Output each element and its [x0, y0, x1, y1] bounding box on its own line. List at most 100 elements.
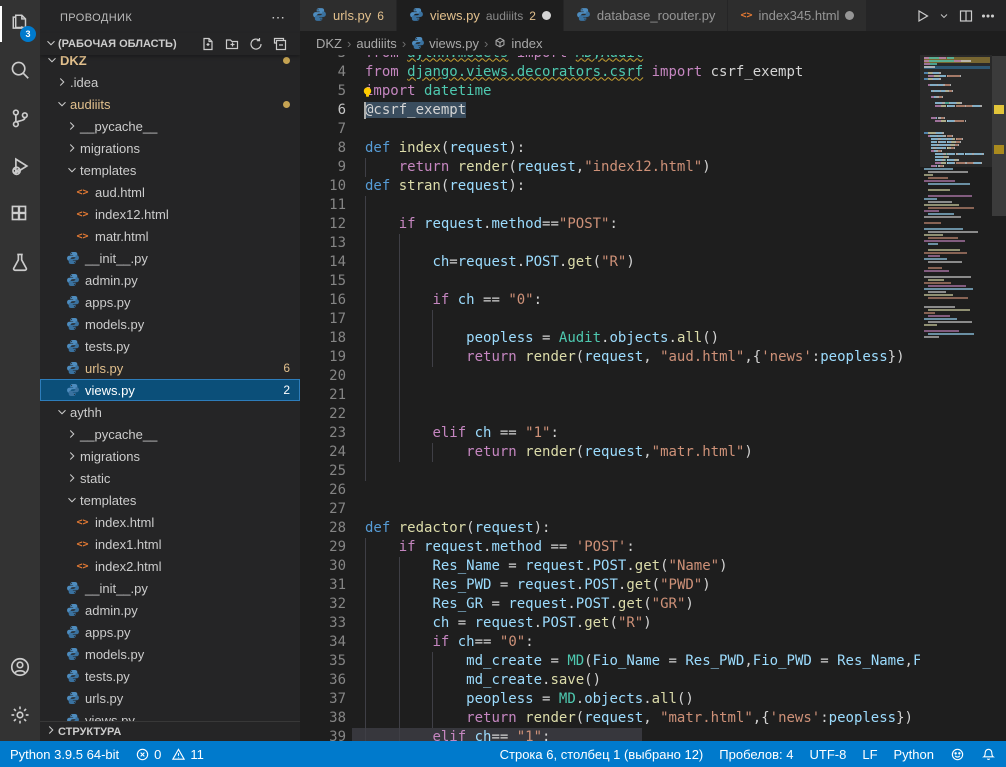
code-line-31[interactable]: 31Res_PWD = request.POST.get("PWD"): [300, 576, 920, 595]
code-line-36[interactable]: 36md_create.save(): [300, 671, 920, 690]
status-python-interpreter[interactable]: Python 3.9.5 64-bit: [10, 747, 119, 762]
outline-section-header[interactable]: СТРУКТУРА: [40, 721, 300, 741]
status-indentation[interactable]: Пробелов: 4: [719, 747, 793, 762]
code-line-13[interactable]: 13: [300, 234, 920, 253]
code-line-23[interactable]: 23elif ch == "1":: [300, 424, 920, 443]
tree-item--init-py[interactable]: __init__.py: [40, 247, 300, 269]
tree-item-tests-py[interactable]: tests.py: [40, 665, 300, 687]
scrollbar-slider[interactable]: [992, 56, 1006, 216]
status-cursor-position[interactable]: Строка 6, столбец 1 (выбрано 12): [500, 747, 704, 762]
code-line-11[interactable]: 11: [300, 196, 920, 215]
code-line-14[interactable]: 14ch=request.POST.get("R"): [300, 253, 920, 272]
code-line-19[interactable]: 19return render(request, "aud.html",{'ne…: [300, 348, 920, 367]
play-icon[interactable]: [912, 6, 932, 26]
tree-item-index-html[interactable]: <>index.html: [40, 511, 300, 533]
tree-item--idea[interactable]: .idea: [40, 71, 300, 93]
tab-views-py[interactable]: views.pyaudiiits2: [397, 0, 564, 31]
activity-item-explorer[interactable]: 3: [0, 0, 40, 48]
code-line-38[interactable]: 38return render(request, "matr.html",{'n…: [300, 709, 920, 728]
tree-item-aud-html[interactable]: <>aud.html: [40, 181, 300, 203]
tree-item-templates[interactable]: templates: [40, 159, 300, 181]
code-line-34[interactable]: 34if ch== "0":: [300, 633, 920, 652]
code-line-8[interactable]: 8def index(request):: [300, 139, 920, 158]
collapse-all-icon[interactable]: [270, 34, 290, 54]
activity-item-source-control[interactable]: [0, 96, 40, 144]
code-line-24[interactable]: 24return render(request,"matr.html"): [300, 443, 920, 462]
vertical-scrollbar[interactable]: [992, 55, 1006, 741]
code-editor[interactable]: 3from aythh.models import MD,Audit4from …: [300, 55, 920, 741]
status-feedback[interactable]: [950, 747, 965, 762]
refresh-icon[interactable]: [246, 34, 266, 54]
tree-item--pycache-[interactable]: __pycache__: [40, 115, 300, 137]
tree-item-apps-py[interactable]: apps.py: [40, 621, 300, 643]
status-eol[interactable]: LF: [862, 747, 877, 762]
workspace-section-header[interactable]: (РАБОЧАЯ ОБЛАСТЬ) ...: [40, 33, 300, 55]
code-line-30[interactable]: 30Res_Name = request.POST.get("Name"): [300, 557, 920, 576]
activity-item-run-debug[interactable]: [0, 144, 40, 192]
code-line-16[interactable]: 16if ch == "0":: [300, 291, 920, 310]
breadcrumb-item-dkz[interactable]: DKZ: [316, 36, 342, 51]
breadcrumb-item-audiiits[interactable]: audiiits: [356, 36, 396, 51]
chevron-down-icon[interactable]: [934, 6, 954, 26]
activity-item-search[interactable]: [0, 48, 40, 96]
tree-item-index1-html[interactable]: <>index1.html: [40, 533, 300, 555]
code-line-20[interactable]: 20: [300, 367, 920, 386]
breadcrumb-item-views-py[interactable]: views.py: [411, 36, 479, 51]
code-line-10[interactable]: 10def stran(request):: [300, 177, 920, 196]
code-line-25[interactable]: 25: [300, 462, 920, 481]
code-line-17[interactable]: 17: [300, 310, 920, 329]
tree-item-views-py[interactable]: views.py2: [40, 379, 300, 401]
code-line-33[interactable]: 33ch = request.POST.get("R"): [300, 614, 920, 633]
code-line-21[interactable]: 21: [300, 386, 920, 405]
code-line-37[interactable]: 37peopless = MD.objects.all(): [300, 690, 920, 709]
tab-database-roouter-py[interactable]: database_roouter.py: [564, 0, 729, 31]
tree-item-migrations[interactable]: migrations: [40, 137, 300, 159]
code-line-27[interactable]: 27: [300, 500, 920, 519]
tab-index345-html[interactable]: <>index345.html: [728, 0, 867, 31]
code-line-12[interactable]: 12if request.method=="POST":: [300, 215, 920, 234]
code-line-28[interactable]: 28def redactor(request):: [300, 519, 920, 538]
code-line-7[interactable]: 7: [300, 120, 920, 139]
code-line-5[interactable]: 5import datetime: [300, 82, 920, 101]
tree-item-models-py[interactable]: models.py: [40, 313, 300, 335]
activity-item-settings[interactable]: [0, 693, 40, 741]
activity-item-testing[interactable]: [0, 240, 40, 288]
code-line-39[interactable]: 39elif ch== "1":: [300, 728, 920, 742]
ellipsis-icon[interactable]: [978, 6, 998, 26]
new-file-icon[interactable]: [198, 34, 218, 54]
minimap-slider[interactable]: [920, 55, 992, 167]
tree-item-admin-py[interactable]: admin.py: [40, 599, 300, 621]
views-and-more-actions-icon[interactable]: ⋯: [265, 9, 292, 26]
tree-item-matr-html[interactable]: <>matr.html: [40, 225, 300, 247]
code-line-18[interactable]: 18peopless = Audit.objects.all(): [300, 329, 920, 348]
tree-item-urls-py[interactable]: urls.py6: [40, 357, 300, 379]
code-line-35[interactable]: 35md_create = MD(Fio_Name = Res_PWD,Fio_…: [300, 652, 920, 671]
code-line-22[interactable]: 22: [300, 405, 920, 424]
minimap[interactable]: [920, 55, 992, 741]
code-line-6[interactable]: 6@csrf_exempt: [300, 101, 920, 120]
tree-item-apps-py[interactable]: apps.py: [40, 291, 300, 313]
code-line-9[interactable]: 9return render(request,"index12.html"): [300, 158, 920, 177]
tree-item-static[interactable]: static: [40, 467, 300, 489]
tree-item-templates[interactable]: templates: [40, 489, 300, 511]
tree-item-index12-html[interactable]: <>index12.html: [40, 203, 300, 225]
tree-item--init-py[interactable]: __init__.py: [40, 577, 300, 599]
tree-item-audiiits[interactable]: audiiits: [40, 93, 300, 115]
tree-item-index2-html[interactable]: <>index2.html: [40, 555, 300, 577]
tree-item--pycache-[interactable]: __pycache__: [40, 423, 300, 445]
tree-item-tests-py[interactable]: tests.py: [40, 335, 300, 357]
breadcrumb-item-index[interactable]: index: [493, 36, 542, 51]
code-line-26[interactable]: 26: [300, 481, 920, 500]
code-line-4[interactable]: 4from django.views.decorators.csrf impor…: [300, 63, 920, 82]
status-problems[interactable]: 011: [135, 747, 204, 762]
status-encoding[interactable]: UTF-8: [810, 747, 847, 762]
code-line-32[interactable]: 32Res_GR = request.POST.get("GR"): [300, 595, 920, 614]
code-line-15[interactable]: 15: [300, 272, 920, 291]
tree-item-migrations[interactable]: migrations: [40, 445, 300, 467]
tab-urls-py[interactable]: urls.py6: [300, 0, 397, 31]
activity-item-account[interactable]: [0, 645, 40, 693]
split-editor-icon[interactable]: [956, 6, 976, 26]
tree-item-urls-py[interactable]: urls.py: [40, 687, 300, 709]
tree-item-aythh[interactable]: aythh: [40, 401, 300, 423]
code-line-3[interactable]: 3from aythh.models import MD,Audit: [300, 55, 920, 63]
